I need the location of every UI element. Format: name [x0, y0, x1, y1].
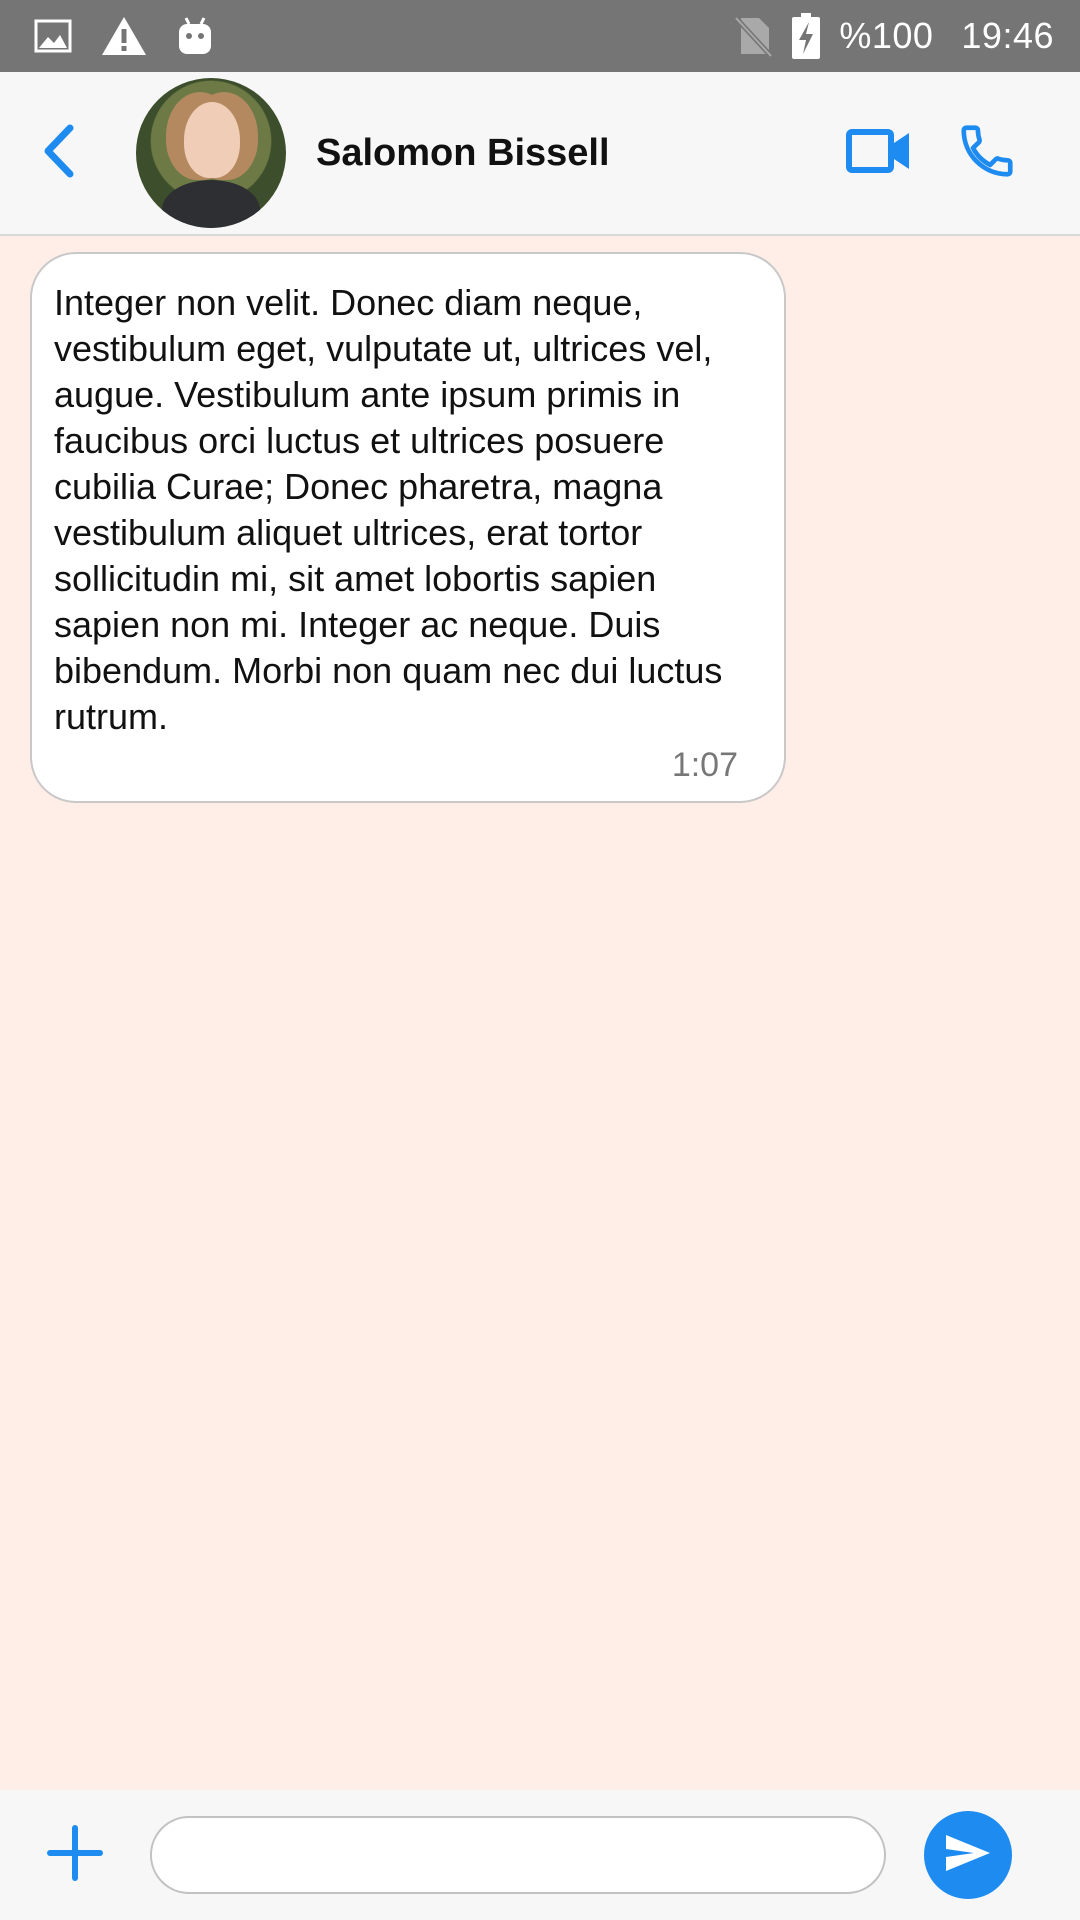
- no-sim-icon: [733, 14, 774, 58]
- plus-icon: [47, 1824, 103, 1886]
- battery-percentage: %100: [839, 15, 934, 56]
- send-icon: [944, 1833, 992, 1878]
- contact-name[interactable]: Salomon Bissell: [316, 132, 610, 175]
- add-attachment-button[interactable]: [40, 1820, 110, 1890]
- conversation-header: Salomon Bissell: [0, 72, 1080, 236]
- phone-icon: [956, 120, 1018, 187]
- chevron-left-icon: [38, 124, 78, 183]
- warning-icon: [100, 15, 148, 57]
- message-composer: [0, 1790, 1080, 1920]
- send-button[interactable]: [924, 1811, 1012, 1899]
- message-text: Integer non velit. Donec diam neque, ves…: [54, 282, 723, 737]
- status-time: 19:46: [961, 15, 1054, 56]
- back-button[interactable]: [28, 123, 88, 183]
- battery-charging-icon: [791, 12, 821, 60]
- video-call-button[interactable]: [846, 128, 912, 178]
- message-list[interactable]: Integer non velit. Donec diam neque, ves…: [0, 236, 1080, 1790]
- contact-avatar[interactable]: [136, 78, 286, 228]
- voice-call-button[interactable]: [956, 120, 1018, 187]
- status-bar: %100 19:46: [0, 0, 1080, 72]
- message-timestamp: 1:07: [671, 746, 738, 784]
- android-icon: [176, 16, 214, 56]
- message-input[interactable]: [150, 1816, 886, 1894]
- incoming-message-bubble[interactable]: Integer non velit. Donec diam neque, ves…: [30, 252, 786, 803]
- video-camera-icon: [846, 128, 912, 178]
- image-icon: [34, 19, 72, 53]
- chat-screen: %100 19:46 Salomon Bissell Integer non v…: [0, 0, 1080, 1920]
